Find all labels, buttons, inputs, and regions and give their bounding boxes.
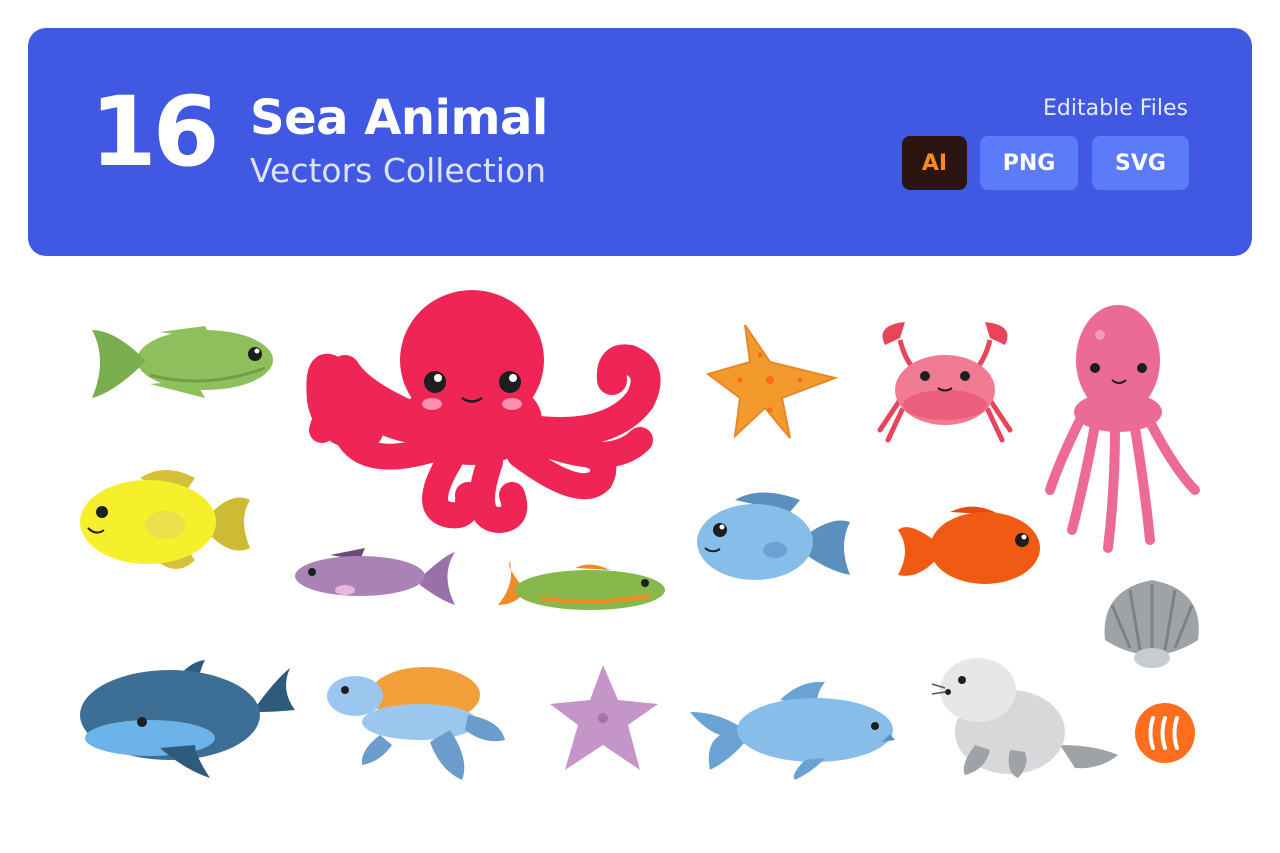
brand-logo [1135, 703, 1195, 763]
gray-seal-icon [931, 658, 1118, 778]
red-octopus-icon [306, 290, 661, 534]
blue-fish-icon [697, 492, 850, 580]
pink-octopus-icon [1045, 305, 1200, 553]
blue-dolphin-icon [690, 681, 895, 780]
pink-crab-icon [877, 322, 1013, 443]
yellow-fish-icon [80, 470, 250, 569]
sea-animals-illustration [80, 290, 1200, 780]
purple-starfish-icon [550, 665, 658, 770]
purple-tuna-icon [295, 548, 455, 605]
orange-starfish-icon [705, 324, 839, 439]
gray-shell-icon [1104, 580, 1199, 668]
green-orange-fish-icon [498, 562, 665, 610]
green-fish-icon [92, 326, 273, 398]
blue-whale-icon [80, 660, 295, 778]
sea-turtle-icon [327, 667, 505, 780]
orange-clownfish-icon [898, 506, 1040, 584]
